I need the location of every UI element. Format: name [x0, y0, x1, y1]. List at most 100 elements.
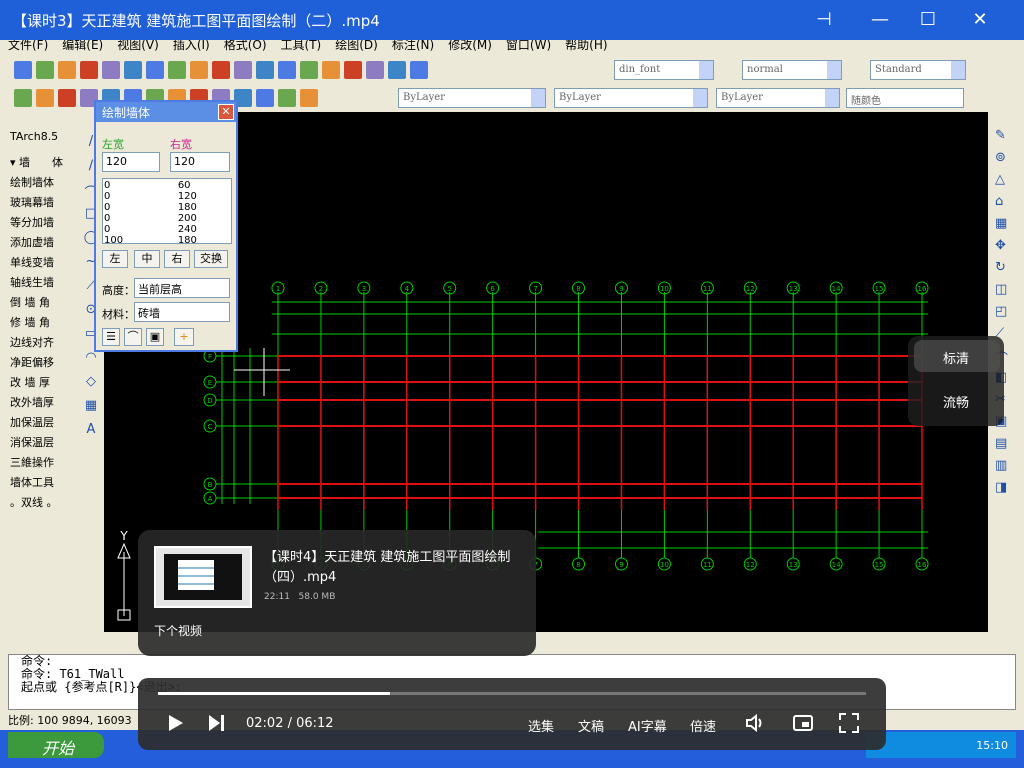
palette-item[interactable]: 等分加墙	[10, 214, 54, 230]
start-button[interactable]: 开始	[8, 732, 104, 758]
toolbar-icon[interactable]	[102, 61, 120, 79]
table-row[interactable]: 0 180	[104, 202, 220, 213]
next-icon[interactable]	[206, 712, 228, 734]
align-center-button[interactable]: 中	[134, 250, 160, 268]
table-row[interactable]: 100 180	[104, 235, 220, 246]
modify-tool-icon[interactable]: ✎	[995, 128, 1011, 143]
height-select[interactable]: 当前层高	[134, 278, 230, 298]
palette-item[interactable]: 。双线 。	[10, 494, 58, 510]
dimstyle-combo[interactable]: normal	[742, 60, 842, 80]
minimize-button[interactable]: —	[868, 8, 892, 32]
palette-item[interactable]: 玻璃幕墙	[10, 194, 54, 210]
color-combo[interactable]: 随颜色	[846, 88, 964, 108]
font-combo[interactable]: din_font	[614, 60, 714, 80]
palette-item[interactable]: 绘制墙体	[10, 174, 54, 190]
toolbar-icon[interactable]	[300, 89, 318, 107]
modify-tool-icon[interactable]: ⊚	[995, 150, 1011, 165]
toolbar-icon[interactable]	[58, 89, 76, 107]
palette-item[interactable]: 轴线生墙	[10, 274, 54, 290]
textstyle-combo[interactable]: Standard	[870, 60, 966, 80]
modify-tool-icon[interactable]: ◨	[995, 480, 1011, 495]
next-video-card[interactable]: 【课时4】天正建筑 建筑施工图平面图绘制（四）.mp4 22:11 58.0 M…	[138, 530, 536, 656]
toolbar-icon[interactable]	[168, 61, 186, 79]
quality-option-smooth[interactable]: 流畅	[908, 392, 1004, 411]
fullscreen-icon[interactable]	[838, 712, 860, 734]
palette-item[interactable]: 添加虚墙	[10, 234, 54, 250]
toolbar-icon[interactable]	[388, 61, 406, 79]
toolbar-icon[interactable]	[124, 61, 142, 79]
pick-point-icon[interactable]: +	[174, 328, 194, 346]
maximize-button[interactable]: ☐	[916, 8, 940, 32]
arc-wall-icon[interactable]: ⌒	[124, 328, 142, 346]
pip-icon[interactable]	[792, 712, 814, 734]
palette-item[interactable]: 倒 墙 角	[10, 294, 50, 310]
modify-tool-icon[interactable]: ▤	[995, 436, 1011, 451]
table-row[interactable]: 0 120	[104, 191, 220, 202]
modify-tool-icon[interactable]: ◫	[995, 282, 1011, 297]
modify-tool-icon[interactable]: ✥	[995, 238, 1011, 253]
speed-button[interactable]: 倍速	[690, 716, 716, 735]
toolbar-icon[interactable]	[300, 61, 318, 79]
linetype-combo[interactable]: ByLayer	[554, 88, 708, 108]
draw-tool-icon[interactable]: ▦	[83, 398, 99, 413]
palette-item[interactable]: 墙体工具	[10, 474, 54, 490]
toolbar-icon[interactable]	[256, 89, 274, 107]
table-row[interactable]: 0 200	[104, 213, 220, 224]
align-left-button[interactable]: 左	[102, 250, 128, 268]
toolbar-icon[interactable]	[146, 61, 164, 79]
toolbar-icon[interactable]	[36, 61, 54, 79]
left-width-input[interactable]: 120	[102, 152, 160, 172]
layer-combo[interactable]: ByLayer	[398, 88, 546, 108]
toolbar-icon[interactable]	[58, 61, 76, 79]
dialog-close-button[interactable]: ✕	[218, 104, 234, 120]
palette-item[interactable]: 加保温层	[10, 414, 54, 430]
palette-item[interactable]: 修 墙 角	[10, 314, 50, 330]
palette-item[interactable]: 消保温层	[10, 434, 54, 450]
toolbar-icon[interactable]	[14, 89, 32, 107]
palette-item[interactable]: 改外墙厚	[10, 394, 54, 410]
volume-icon[interactable]	[744, 712, 766, 734]
play-icon[interactable]	[164, 712, 186, 734]
table-row[interactable]: 0 60	[104, 180, 220, 191]
modify-tool-icon[interactable]: ▦	[995, 216, 1011, 231]
episodes-button[interactable]: 选集	[528, 716, 554, 735]
modify-tool-icon[interactable]: ▥	[995, 458, 1011, 473]
right-width-input[interactable]: 120	[170, 152, 230, 172]
toolbar-icon[interactable]	[344, 61, 362, 79]
toolbar-icon[interactable]	[212, 61, 230, 79]
next-video-thumbnail[interactable]	[154, 546, 252, 608]
palette-item[interactable]: ▾ 墙 体	[10, 154, 63, 170]
draw-tool-icon[interactable]: ◠	[83, 350, 99, 365]
pin-icon[interactable]: ⊣	[812, 8, 836, 32]
toolbar-icon[interactable]	[234, 61, 252, 79]
toolbar-icon[interactable]	[322, 61, 340, 79]
draw-tool-icon[interactable]: A	[83, 422, 99, 437]
wall-line-icon[interactable]: ☰	[102, 328, 120, 346]
close-button[interactable]: ✕	[968, 8, 992, 32]
toolbar-icon[interactable]	[14, 61, 32, 79]
ai-subtitle-button[interactable]: AI字幕	[628, 716, 667, 735]
table-row[interactable]: 0 240	[104, 224, 220, 235]
modify-tool-icon[interactable]: ⌂	[995, 194, 1011, 209]
quality-option-sd[interactable]: 标清	[908, 348, 1004, 367]
toolbar-icon[interactable]	[278, 89, 296, 107]
toolbar-icon[interactable]	[256, 61, 274, 79]
progress-bar[interactable]	[158, 692, 866, 695]
rect-wall-icon[interactable]: ▣	[146, 328, 164, 346]
toolbar-icon[interactable]	[36, 89, 54, 107]
toolbar-icon[interactable]	[410, 61, 428, 79]
modify-tool-icon[interactable]: ↻	[995, 260, 1011, 275]
swap-button[interactable]: 交换	[194, 250, 228, 268]
lineweight-combo[interactable]: ByLayer	[716, 88, 840, 108]
modify-tool-icon[interactable]: △	[995, 172, 1011, 187]
modify-tool-icon[interactable]: ◰	[995, 304, 1011, 319]
draw-tool-icon[interactable]: ◇	[83, 374, 99, 389]
palette-item[interactable]: 三維操作	[10, 454, 54, 470]
transcript-button[interactable]: 文稿	[578, 716, 604, 735]
toolbar-icon[interactable]	[80, 61, 98, 79]
palette-item[interactable]: 净距偏移	[10, 354, 54, 370]
toolbar-icon[interactable]	[190, 61, 208, 79]
toolbar-icon[interactable]	[278, 61, 296, 79]
align-right-button[interactable]: 右	[164, 250, 190, 268]
palette-item[interactable]: 改 墙 厚	[10, 374, 50, 390]
